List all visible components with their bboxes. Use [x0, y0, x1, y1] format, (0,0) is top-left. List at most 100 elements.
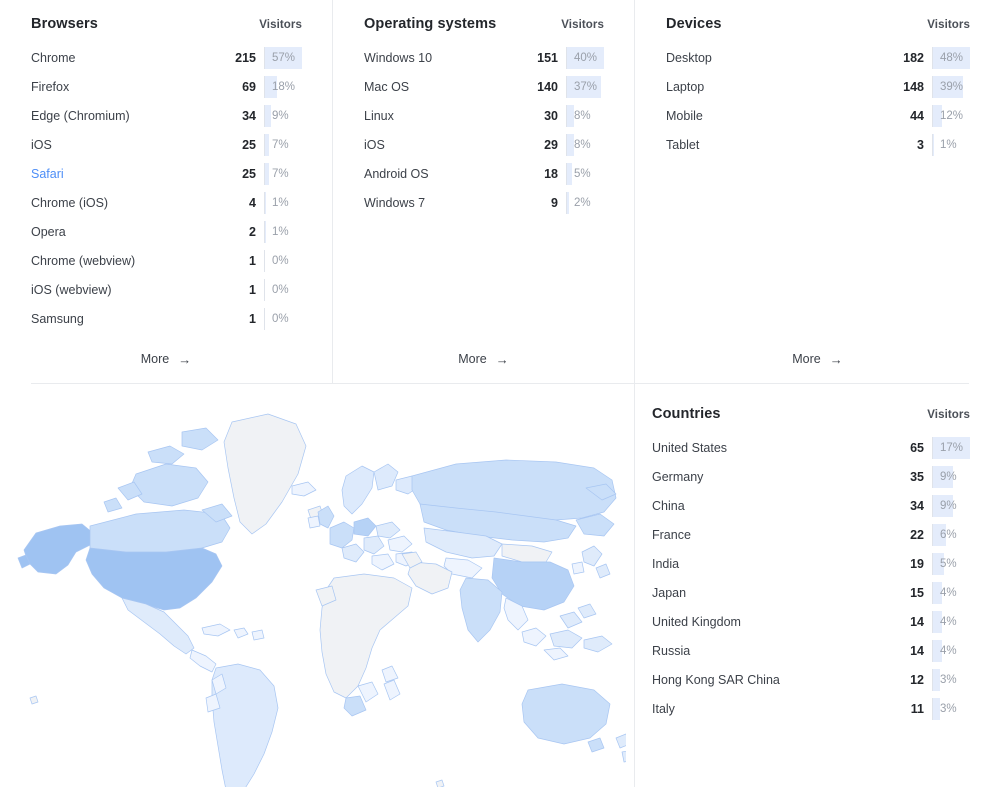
row-label: Chrome (iOS): [31, 195, 109, 210]
table-row[interactable]: Tablet 3 1%: [666, 130, 970, 159]
row-label: Russia: [652, 643, 691, 658]
row-percent-label: 6%: [940, 528, 957, 541]
panel-metric-label: Visitors: [259, 19, 302, 31]
row-percent-bar: 3%: [932, 668, 970, 691]
table-row[interactable]: Safari 25 7%: [31, 159, 302, 188]
row-label: France: [652, 527, 691, 542]
table-row[interactable]: Laptop 148 39%: [666, 72, 970, 101]
more-label: More: [792, 352, 821, 366]
row-visitor-count: 9: [551, 195, 558, 210]
world-map-panel[interactable]: [0, 384, 634, 787]
panel-title: Operating systems: [364, 16, 497, 32]
table-row[interactable]: iOS 29 8%: [364, 130, 604, 159]
row-label: Chrome: [31, 50, 76, 65]
row-label: Windows 7: [364, 195, 426, 210]
more-link-devices[interactable]: More →: [635, 352, 1000, 366]
table-row[interactable]: Samsung 1 0%: [31, 304, 302, 333]
row-percent-bar: 1%: [264, 220, 302, 243]
table-row[interactable]: United States 65 17%: [652, 433, 970, 462]
row-label: Linux: [364, 108, 394, 123]
row-percent-label: 18%: [272, 80, 296, 93]
table-row[interactable]: Windows 10 151 40%: [364, 43, 604, 72]
row-visitor-count: 140: [537, 79, 558, 94]
row-label: Desktop: [666, 50, 712, 65]
row-visitor-count: 14: [910, 614, 924, 629]
row-percent-label: 17%: [940, 441, 964, 454]
table-row[interactable]: Chrome 215 57%: [31, 43, 302, 72]
row-percent-label: 7%: [272, 167, 289, 180]
more-link-browsers[interactable]: More →: [0, 352, 332, 366]
row-percent-bar-fill: [265, 220, 266, 243]
table-row[interactable]: iOS (webview) 1 0%: [31, 275, 302, 304]
row-label: Safari: [31, 166, 64, 181]
row-percent-bar: 7%: [264, 133, 302, 156]
row-label: Chrome (webview): [31, 253, 136, 268]
bottom-row: Countries Visitors United States 65 17% Ger…: [0, 384, 1000, 787]
row-visitor-count: 12: [910, 672, 924, 687]
row-label: Japan: [652, 585, 687, 600]
row-percent-bar-fill: [933, 133, 934, 156]
row-visitor-count: 1: [249, 253, 256, 268]
panel-header: Operating systems Visitors: [364, 16, 604, 32]
row-visitor-count: 1: [249, 311, 256, 326]
table-row[interactable]: Mobile 44 12%: [666, 101, 970, 130]
row-label: Germany: [652, 469, 704, 484]
stats-row: Browsers Visitors Chrome 215 57% Firefox 69 1…: [0, 0, 1000, 383]
panel-countries: Countries Visitors United States 65 17% Ger…: [634, 384, 1000, 787]
row-visitor-count: 151: [537, 50, 558, 65]
row-visitor-count: 2: [249, 224, 256, 239]
countries-rows: United States 65 17% Germany 35 9% China 34 9% Fr…: [652, 433, 970, 723]
table-row[interactable]: Germany 35 9%: [652, 462, 970, 491]
table-row[interactable]: Japan 15 4%: [652, 578, 970, 607]
row-percent-bar: 3%: [932, 697, 970, 720]
table-row[interactable]: Linux 30 8%: [364, 101, 604, 130]
table-row[interactable]: Firefox 69 18%: [31, 72, 302, 101]
row-label: iOS: [364, 137, 385, 152]
row-percent-label: 0%: [272, 312, 289, 325]
row-percent-bar: 48%: [932, 46, 970, 69]
table-row[interactable]: Hong Kong SAR China 12 3%: [652, 665, 970, 694]
row-percent-bar: 17%: [932, 436, 970, 459]
row-percent-label: 40%: [574, 51, 598, 64]
row-percent-bar: 1%: [264, 191, 302, 214]
table-row[interactable]: Mac OS 140 37%: [364, 72, 604, 101]
row-percent-label: 7%: [272, 138, 289, 151]
row-percent-label: 9%: [940, 499, 957, 512]
row-percent-label: 8%: [574, 138, 591, 151]
row-percent-bar: 5%: [932, 552, 970, 575]
table-row[interactable]: Chrome (webview) 1 0%: [31, 246, 302, 275]
table-row[interactable]: Opera 2 1%: [31, 217, 302, 246]
table-row[interactable]: Desktop 182 48%: [666, 43, 970, 72]
row-visitor-count: 11: [910, 701, 924, 716]
devices-rows: Desktop 182 48% Laptop 148 39% Mobile 44 12% Tabl…: [666, 43, 970, 159]
table-row[interactable]: France 22 6%: [652, 520, 970, 549]
table-row[interactable]: Chrome (iOS) 4 1%: [31, 188, 302, 217]
table-row[interactable]: Edge (Chromium) 34 9%: [31, 101, 302, 130]
table-row[interactable]: Russia 14 4%: [652, 636, 970, 665]
more-link-operating-systems[interactable]: More →: [333, 352, 634, 366]
table-row[interactable]: Italy 11 3%: [652, 694, 970, 723]
row-percent-bar: 2%: [566, 191, 604, 214]
row-label: Hong Kong SAR China: [652, 672, 780, 687]
panel-devices: Devices Visitors Desktop 182 48% Laptop 148 3…: [634, 0, 1000, 383]
world-choropleth-map[interactable]: [16, 402, 626, 787]
row-percent-bar: 5%: [566, 162, 604, 185]
table-row[interactable]: Windows 7 9 2%: [364, 188, 604, 217]
row-percent-bar-fill: [265, 191, 266, 214]
table-row[interactable]: iOS 25 7%: [31, 130, 302, 159]
row-percent-label: 9%: [940, 470, 957, 483]
table-row[interactable]: India 19 5%: [652, 549, 970, 578]
row-percent-bar-fill: [265, 162, 270, 185]
table-row[interactable]: Android OS 18 5%: [364, 159, 604, 188]
row-visitor-count: 14: [910, 643, 924, 658]
row-label: iOS (webview): [31, 282, 112, 297]
row-visitor-count: 35: [910, 469, 924, 484]
row-percent-bar: 9%: [932, 494, 970, 517]
row-percent-label: 8%: [574, 109, 591, 122]
row-visitor-count: 44: [910, 108, 924, 123]
row-label: Firefox: [31, 79, 70, 94]
row-percent-bar: 1%: [932, 133, 970, 156]
table-row[interactable]: United Kingdom 14 4%: [652, 607, 970, 636]
table-row[interactable]: China 34 9%: [652, 491, 970, 520]
row-percent-bar: 4%: [932, 639, 970, 662]
